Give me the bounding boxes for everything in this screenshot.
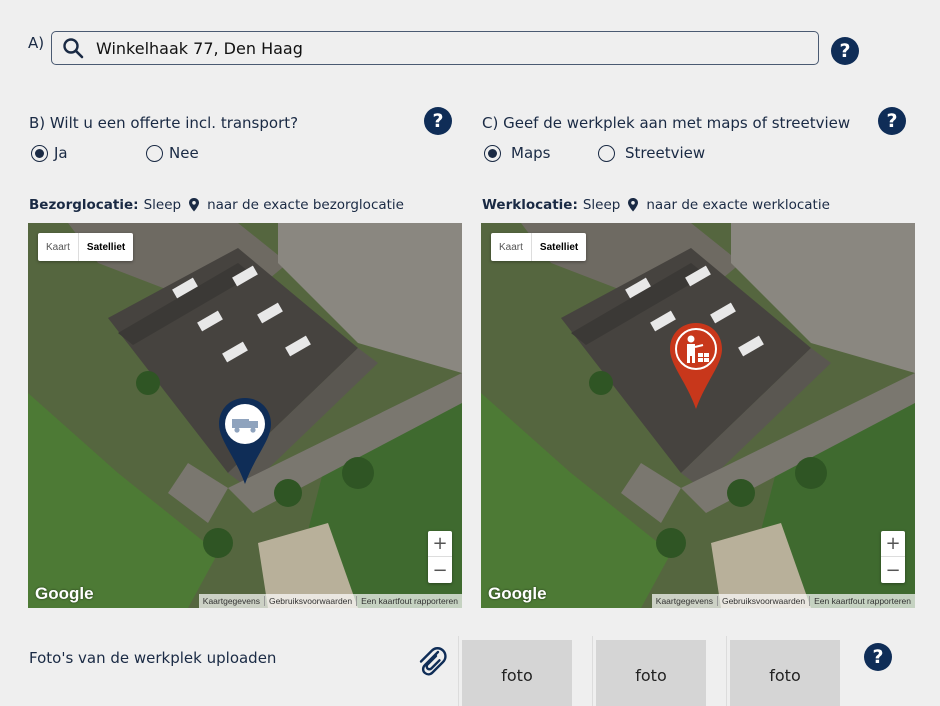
workplace-option-streetview[interactable]: Streetview <box>598 144 705 162</box>
transport-option-ja[interactable]: Ja <box>31 144 68 162</box>
zoom-in-button[interactable]: + <box>881 531 905 557</box>
workplace-help-icon[interactable]: ? <box>878 107 906 135</box>
map-type-map-button[interactable]: Kaart <box>491 233 531 261</box>
map-type-map-button[interactable]: Kaart <box>38 233 78 261</box>
transport-option-nee[interactable]: Nee <box>146 144 199 162</box>
delivery-map-hint: Bezorglocatie: Sleep naar de exacte bezo… <box>29 197 404 213</box>
photo-slot-1[interactable]: foto <box>462 640 572 706</box>
delivery-hint-post: naar de exacte bezorglocatie <box>207 197 404 213</box>
report-error-link[interactable]: Een kaartfout rapporteren <box>356 596 462 606</box>
map-attribution: Kaartgegevens Gebruiksvoorwaarden Een ka… <box>651 594 915 608</box>
delivery-hint-title: Bezorglocatie: <box>29 197 139 213</box>
zoom-control[interactable]: + − <box>428 531 452 583</box>
google-logo: Google <box>488 584 547 603</box>
photo-slot-3[interactable]: foto <box>730 640 840 706</box>
terms-link[interactable]: Gebruiksvoorwaarden <box>263 596 356 606</box>
delivery-map[interactable]: Kaart Satelliet + − Google Kaartgegevens… <box>28 223 462 608</box>
map-type-control[interactable]: Kaart Satelliet <box>491 233 587 261</box>
transport-help-icon[interactable]: ? <box>424 107 452 135</box>
workplace-option-streetview-label: Streetview <box>625 144 706 162</box>
photo-slot-2[interactable]: foto <box>596 640 706 706</box>
radio-selected-icon[interactable] <box>484 144 501 162</box>
transport-option-ja-label: Ja <box>54 144 68 162</box>
zoom-in-button[interactable]: + <box>428 531 452 557</box>
paperclip-icon[interactable] <box>416 644 448 678</box>
address-search-box[interactable] <box>51 31 819 65</box>
radio-selected-icon[interactable] <box>31 144 48 162</box>
map-type-satellite-button[interactable]: Satelliet <box>530 233 586 261</box>
delivery-marker-icon[interactable] <box>217 396 273 488</box>
workplace-question: C) Geef de werkplek aan met maps of stre… <box>482 114 851 132</box>
report-error-link[interactable]: Een kaartfout rapporteren <box>809 596 915 606</box>
work-marker-icon[interactable] <box>668 321 724 413</box>
work-map[interactable]: Kaart Satelliet + − Google Kaartgegevens… <box>481 223 915 608</box>
map-pin-icon <box>628 198 639 212</box>
zoom-out-button[interactable]: − <box>881 557 905 583</box>
radio-unselected-icon[interactable] <box>598 144 615 162</box>
delivery-hint-pre: Sleep <box>143 197 182 213</box>
search-icon <box>63 38 84 59</box>
address-input[interactable] <box>96 38 796 58</box>
map-attribution: Kaartgegevens Gebruiksvoorwaarden Een ka… <box>198 594 462 608</box>
address-help-icon[interactable]: ? <box>831 37 859 65</box>
map-pin-icon <box>189 198 200 212</box>
map-type-satellite-button[interactable]: Satelliet <box>77 233 133 261</box>
radio-unselected-icon[interactable] <box>146 144 163 162</box>
terms-link[interactable]: Gebruiksvoorwaarden <box>716 596 809 606</box>
upload-help-icon[interactable]: ? <box>864 643 892 671</box>
upload-label: Foto's van de werkplek uploaden <box>29 649 277 667</box>
google-logo: Google <box>35 584 94 603</box>
map-data-link[interactable]: Kaartgegevens <box>652 596 717 606</box>
zoom-control[interactable]: + − <box>881 531 905 583</box>
map-type-control[interactable]: Kaart Satelliet <box>38 233 134 261</box>
address-label: A) <box>28 34 45 52</box>
zoom-out-button[interactable]: − <box>428 557 452 583</box>
work-hint-post: naar de exacte werklocatie <box>646 197 830 213</box>
workplace-option-maps[interactable]: Maps <box>484 144 550 162</box>
transport-option-nee-label: Nee <box>169 144 199 162</box>
workplace-option-maps-label: Maps <box>511 144 551 162</box>
work-map-hint: Werklocatie: Sleep naar de exacte werklo… <box>482 197 830 213</box>
work-hint-pre: Sleep <box>582 197 621 213</box>
transport-question: B) Wilt u een offerte incl. transport? <box>29 114 299 132</box>
satellite-imagery <box>481 223 915 608</box>
work-hint-title: Werklocatie: <box>482 197 578 213</box>
map-data-link[interactable]: Kaartgegevens <box>199 596 264 606</box>
